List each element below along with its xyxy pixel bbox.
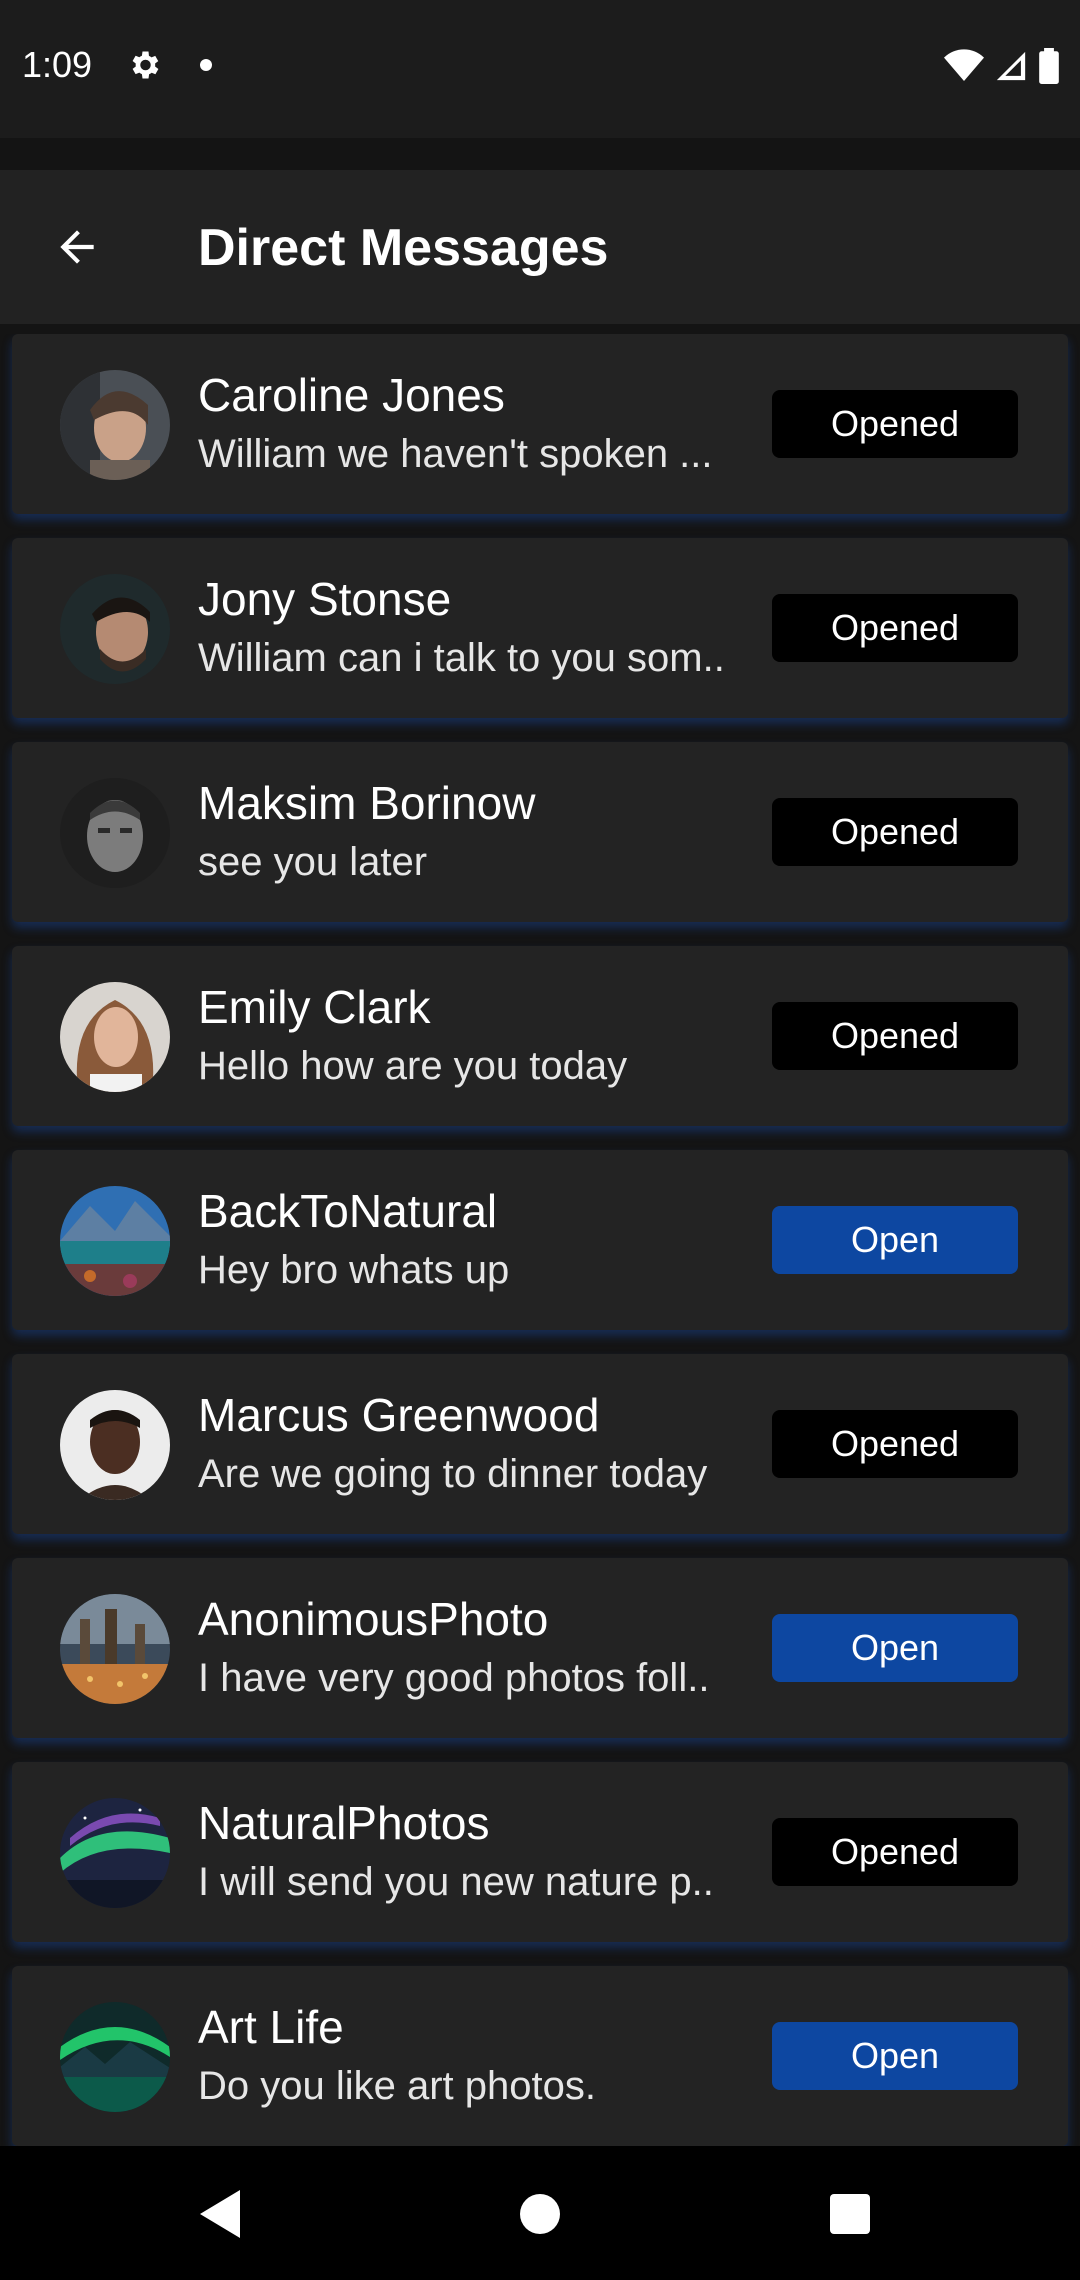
message-preview: Hey bro whats up [198,1248,510,1292]
page-title: Direct Messages [198,219,609,277]
status-icons [944,48,1060,89]
cellular-signal-icon [994,49,1028,88]
nav-recents-icon[interactable] [830,2194,870,2234]
message-preview: Hello how are you today [198,1044,628,1088]
contact-name: AnonimousPhoto [198,1593,549,1645]
opened-button[interactable]: Opened [772,594,1018,662]
open-button[interactable]: Open [772,1206,1018,1274]
nav-back-icon[interactable] [200,2190,244,2243]
message-preview: Are we going to dinner today [198,1452,708,1496]
contact-name: Caroline Jones [198,369,505,421]
conversation-item[interactable]: Marcus Greenwood Are we going to dinner … [12,1354,1068,1534]
conversation-item[interactable]: Maksim Borinow see you later Opened [12,742,1068,922]
opened-button[interactable]: Opened [772,798,1018,866]
back-arrow-icon[interactable] [44,214,110,280]
contact-name: NaturalPhotos [198,1797,490,1849]
contact-name: Emily Clark [198,981,431,1033]
conversation-item[interactable]: Caroline Jones William we haven't spoken… [12,334,1068,514]
contact-name: Art Life [198,2001,344,2053]
conversation-item[interactable]: BackToNatural Hey bro whats up Open [12,1150,1068,1330]
contact-name: Jony Stonse [198,573,452,625]
contact-name: Maksim Borinow [198,777,536,829]
avatar [60,2002,170,2112]
opened-button[interactable]: Opened [772,1002,1018,1070]
wifi-icon [944,49,984,88]
contact-name: BackToNatural [198,1185,498,1237]
message-preview: William can i talk to you som.. [198,636,725,680]
conversation-item[interactable]: AnonimousPhoto I have very good photos f… [12,1558,1068,1738]
conversation-item[interactable]: Jony Stonse William can i talk to you so… [12,538,1068,718]
notification-dot-icon [200,59,212,71]
status-time: 1:09 [22,44,93,85]
opened-button[interactable]: Opened [772,390,1018,458]
system-navigation-bar [0,2146,1080,2280]
opened-button[interactable]: Opened [772,1818,1018,1886]
open-button[interactable]: Open [772,1614,1018,1682]
conversation-item[interactable]: NaturalPhotos I will send you new nature… [12,1762,1068,1942]
message-preview: William we haven't spoken ... [198,432,713,476]
conversation-list[interactable]: Caroline Jones William we haven't spoken… [0,334,1080,2146]
message-preview: see you later [198,840,428,884]
battery-icon [1038,48,1060,89]
status-bar: 1:09 [0,0,1080,138]
avatar [60,1594,170,1704]
conversation-item[interactable]: Emily Clark Hello how are you today Open… [12,946,1068,1126]
avatar [60,1186,170,1296]
open-button[interactable]: Open [772,2022,1018,2090]
avatar [60,1798,170,1908]
message-preview: I will send you new nature p.. [198,1860,714,1904]
settings-gear-icon [126,47,162,88]
avatar [60,574,170,684]
avatar [60,778,170,888]
app-bar: Direct Messages [0,170,1080,324]
message-preview: Do you like art photos. [198,2064,596,2108]
nav-home-icon[interactable] [520,2194,560,2234]
opened-button[interactable]: Opened [772,1410,1018,1478]
avatar [60,370,170,480]
avatar [60,982,170,1092]
avatar [60,1390,170,1500]
contact-name: Marcus Greenwood [198,1389,600,1441]
message-preview: I have very good photos foll.. [198,1656,710,1700]
conversation-item[interactable]: Art Life Do you like art photos. Open [12,1966,1068,2146]
